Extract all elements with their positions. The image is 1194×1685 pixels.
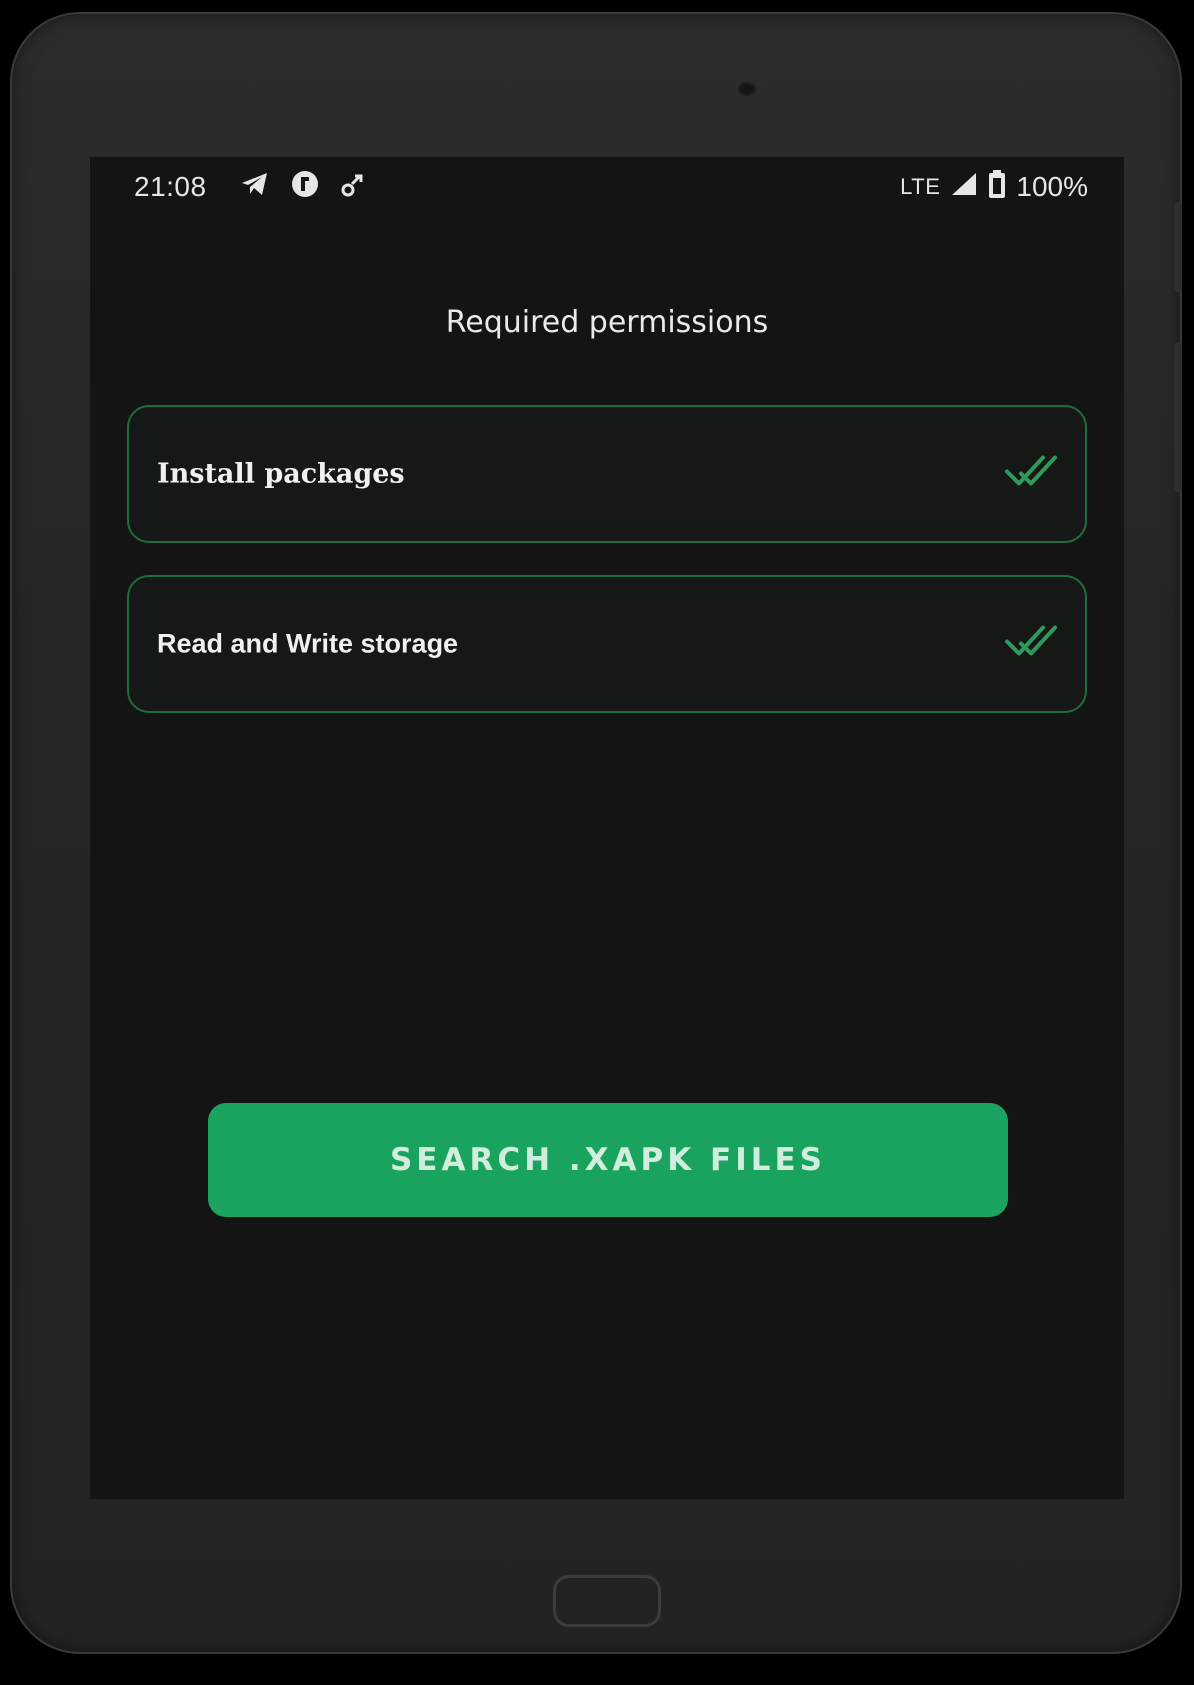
search-xapk-button[interactable]: SEARCH .XAPK FILES: [208, 1103, 1008, 1217]
volume-button: [1174, 202, 1182, 292]
signal-icon: [950, 171, 978, 202]
front-camera: [740, 84, 754, 94]
battery-icon: [988, 169, 1006, 204]
app-notification-icon: [290, 169, 320, 204]
home-button[interactable]: [553, 1575, 661, 1627]
permission-label: Install packages: [157, 458, 405, 490]
battery-percent: 100%: [1016, 170, 1088, 202]
status-bar: 21:08 LTE 100%: [90, 157, 1124, 217]
screen: 21:08 LTE 100% Required permissions Inst…: [90, 157, 1124, 1499]
double-check-icon: [1003, 452, 1059, 497]
telegram-icon: [240, 171, 270, 202]
network-type: LTE: [900, 173, 941, 199]
status-time: 21:08: [134, 171, 207, 202]
link-icon: [340, 170, 366, 203]
permission-item-install-packages[interactable]: Install packages: [127, 405, 1087, 543]
page-title: Required permissions: [445, 305, 769, 340]
tablet-frame: 21:08 LTE 100% Required permissions Inst…: [10, 12, 1182, 1654]
page: 21:08 LTE 100% Required permissions Inst…: [0, 0, 1194, 1685]
permission-item-storage[interactable]: Read and Write storage: [127, 575, 1087, 713]
system-status: LTE 100%: [900, 169, 1088, 204]
double-check-icon: [1003, 622, 1059, 667]
power-button: [1174, 342, 1182, 492]
notification-icons: [240, 169, 366, 204]
permission-label: Read and Write storage: [157, 628, 459, 659]
